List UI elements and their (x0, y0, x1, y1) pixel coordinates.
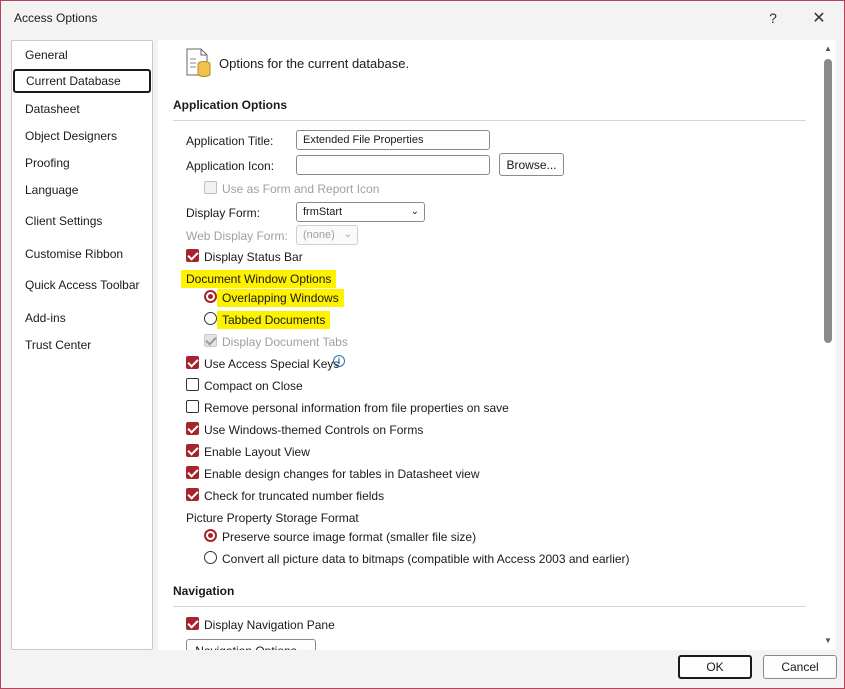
overlapping-windows-radio[interactable] (204, 290, 217, 303)
enable-layout-view-label: Enable Layout View (204, 445, 310, 459)
sidebar-item-object-designers[interactable]: Object Designers (13, 124, 151, 148)
doc-window-options-wrapper: Document Window Options (181, 270, 337, 288)
section-divider (173, 606, 806, 607)
enable-layout-view-checkbox[interactable] (186, 444, 199, 457)
display-document-tabs-label: Display Document Tabs (222, 335, 348, 349)
chevron-down-icon: ⌄ (343, 229, 352, 240)
browse-button[interactable]: Browse... (499, 153, 564, 176)
display-document-tabs-checkbox[interactable] (204, 334, 217, 347)
doc-window-options-label: Document Window Options (181, 270, 337, 288)
display-status-bar-label: Display Status Bar (204, 250, 303, 264)
windows-themed-controls-checkbox[interactable] (186, 422, 199, 435)
preserve-source-label: Preserve source image format (smaller fi… (222, 530, 477, 544)
remove-personal-info-label: Remove personal information from file pr… (204, 401, 509, 415)
cancel-button[interactable]: Cancel (763, 655, 837, 679)
web-display-form-select[interactable]: (none) ⌄ (296, 225, 358, 245)
section-divider (173, 120, 806, 121)
application-options-heading: Application Options (173, 98, 287, 112)
picture-storage-label: Picture Property Storage Format (186, 511, 359, 525)
scrollbar-thumb[interactable] (824, 59, 832, 343)
app-icon-input[interactable] (296, 155, 490, 175)
sidebar-item-proofing[interactable]: Proofing (13, 151, 151, 175)
header-text: Options for the current database. (219, 56, 410, 71)
ok-button[interactable]: OK (678, 655, 752, 679)
options-main-pane: Options for the current database. Applic… (158, 40, 836, 650)
sidebar-item-general[interactable]: General (13, 43, 151, 67)
info-icon[interactable]: i (333, 355, 345, 367)
navigation-heading: Navigation (173, 584, 235, 598)
sidebar-item-client-settings[interactable]: Client Settings (13, 209, 151, 233)
display-status-bar-checkbox[interactable] (186, 249, 199, 262)
display-form-label: Display Form: (186, 206, 261, 220)
options-sidebar: General Current Database Datasheet Objec… (11, 40, 153, 650)
convert-bitmaps-label: Convert all picture data to bitmaps (com… (222, 552, 630, 566)
app-title-label: Application Title: (186, 134, 274, 148)
access-options-dialog: Access Options ? ✕ General Current Datab… (0, 0, 845, 689)
dialog-title: Access Options (14, 11, 98, 25)
title-bar: Access Options ? ✕ (1, 1, 844, 35)
sidebar-item-add-ins[interactable]: Add-ins (13, 306, 151, 330)
scroll-up-arrow-icon[interactable]: ▲ (822, 44, 834, 54)
check-truncated-label: Check for truncated number fields (204, 489, 385, 503)
display-form-select[interactable]: frmStart ⌄ (296, 202, 425, 222)
enable-design-changes-checkbox[interactable] (186, 466, 199, 479)
sidebar-item-current-database[interactable]: Current Database (13, 69, 151, 93)
display-form-value: frmStart (303, 206, 343, 218)
sidebar-item-datasheet[interactable]: Datasheet (13, 97, 151, 121)
sidebar-item-customise-ribbon[interactable]: Customise Ribbon (13, 242, 151, 266)
tabbed-documents-label: Tabbed Documents (217, 311, 331, 329)
close-button[interactable]: ✕ (805, 5, 833, 31)
preserve-source-radio[interactable] (204, 529, 217, 542)
navigation-options-button[interactable]: Navigation Options... (186, 639, 316, 650)
remove-personal-info-checkbox[interactable] (186, 400, 199, 413)
overlapping-windows-wrapper: Overlapping Windows (217, 289, 344, 307)
overlapping-windows-label: Overlapping Windows (217, 289, 344, 307)
chevron-down-icon: ⌄ (410, 206, 419, 217)
app-icon-label: Application Icon: (186, 159, 275, 173)
sidebar-item-quick-access-toolbar[interactable]: Quick Access Toolbar (13, 273, 151, 297)
sidebar-item-language[interactable]: Language (13, 178, 151, 202)
use-special-keys-label: Use Access Special Keys (204, 357, 340, 371)
sidebar-item-trust-center[interactable]: Trust Center (13, 333, 151, 357)
windows-themed-controls-label: Use Windows-themed Controls on Forms (204, 423, 424, 437)
web-display-form-label: Web Display Form: (186, 229, 288, 243)
app-title-input[interactable]: Extended File Properties (296, 130, 490, 150)
web-display-form-value: (none) (303, 229, 335, 241)
use-special-keys-checkbox[interactable] (186, 356, 199, 369)
tabbed-documents-wrapper: Tabbed Documents (217, 311, 331, 329)
database-options-icon (186, 48, 211, 77)
display-nav-pane-label: Display Navigation Pane (204, 618, 335, 632)
scroll-down-arrow-icon[interactable]: ▼ (822, 636, 834, 646)
display-nav-pane-checkbox[interactable] (186, 617, 199, 630)
compact-on-close-checkbox[interactable] (186, 378, 199, 391)
convert-bitmaps-radio[interactable] (204, 551, 217, 564)
help-button[interactable]: ? (759, 5, 787, 31)
compact-on-close-label: Compact on Close (204, 379, 303, 393)
check-truncated-checkbox[interactable] (186, 488, 199, 501)
tabbed-documents-radio[interactable] (204, 312, 217, 325)
use-as-form-icon-label: Use as Form and Report Icon (222, 182, 380, 196)
use-as-form-icon-checkbox[interactable] (204, 181, 217, 194)
enable-design-changes-label: Enable design changes for tables in Data… (204, 467, 480, 481)
